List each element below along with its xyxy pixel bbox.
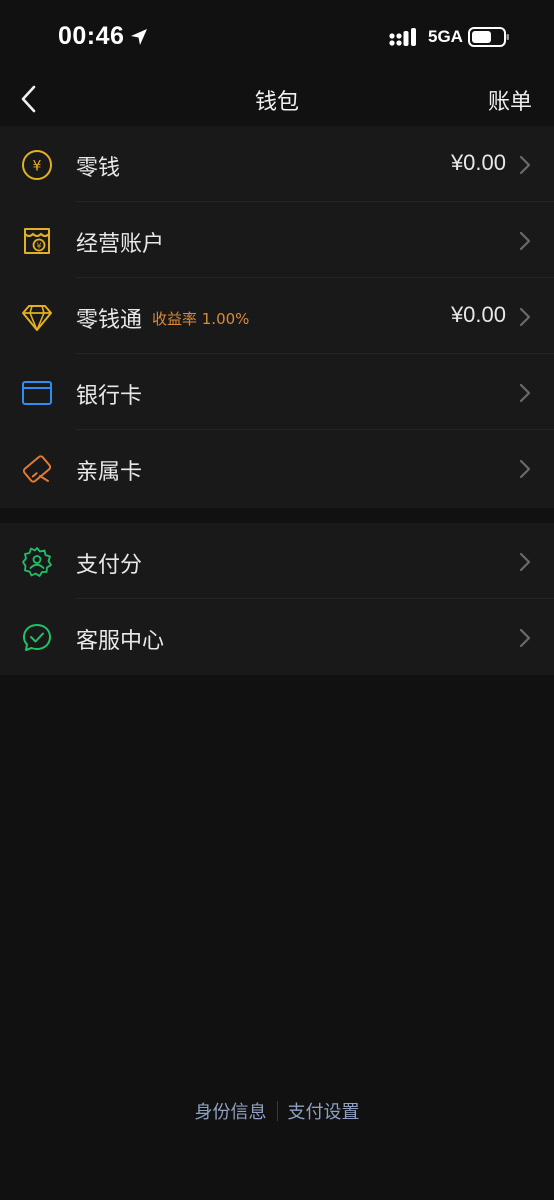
family-card-icon [22, 455, 52, 483]
row-label: 经营账户 [76, 232, 165, 257]
pay-score-icon [22, 547, 52, 577]
row-label: 客服中心 [76, 629, 165, 654]
chevron-right-icon [519, 155, 531, 175]
change-pass-balance: ¥0.00 [450, 302, 506, 327]
svg-text:¥: ¥ [33, 159, 42, 175]
coin-yuan-icon: ¥ [22, 150, 52, 180]
wallet-list-secondary: 支付分 客服中心 [0, 523, 554, 675]
bank-card-icon [22, 381, 52, 405]
row-label: 零钱通 [76, 308, 143, 333]
page-title: 钱包 [254, 90, 299, 115]
row-label: 银行卡 [76, 384, 143, 409]
list-item-business-account[interactable]: ¥ 经营账户 [0, 202, 554, 278]
row-label: 支付分 [76, 553, 143, 578]
list-item-change-pass[interactable]: 零钱通 收益率 1.00% ¥0.00 [0, 278, 554, 354]
chevron-right-icon [519, 552, 531, 572]
list-item-customer-service[interactable]: 客服中心 [0, 599, 554, 675]
list-item-family-card[interactable]: 亲属卡 [0, 430, 554, 506]
status-bar: 00:46 5GA [0, 0, 554, 76]
payment-settings-link[interactable]: 支付设置 [278, 1098, 370, 1124]
identity-info-link[interactable]: 身份信息 [185, 1098, 277, 1124]
status-time: 00:46 [58, 22, 125, 50]
change-balance: ¥0.00 [450, 150, 506, 175]
list-item-change[interactable]: ¥ 零钱 ¥0.00 [0, 126, 554, 202]
diamond-icon [22, 305, 52, 331]
chevron-right-icon [519, 383, 531, 403]
customer-service-icon [23, 624, 51, 651]
signal-strength-icon [389, 28, 416, 46]
footer-links: 身份信息 支付设置 [0, 1098, 554, 1128]
row-label: 零钱 [76, 156, 121, 181]
list-item-pay-score[interactable]: 支付分 [0, 523, 554, 599]
list-item-bank-card[interactable]: 银行卡 [0, 354, 554, 430]
battery-icon [468, 27, 509, 47]
row-label: 亲属卡 [76, 460, 143, 485]
wallet-list-primary: ¥ 零钱 ¥0.00 ¥ 经营账户 零钱通 收益率 1.00% ¥0.00 银行… [0, 126, 554, 508]
chevron-right-icon [519, 307, 531, 327]
nav-bar: 钱包 账单 [0, 76, 554, 122]
chevron-right-icon [519, 231, 531, 251]
network-type-label: 5GA [428, 27, 463, 46]
location-arrow-icon [131, 29, 147, 45]
chevron-right-icon [519, 628, 531, 648]
yield-rate-label: 收益率 1.00% [152, 310, 250, 328]
bill-button[interactable]: 账单 [488, 84, 532, 116]
business-account-icon: ¥ [24, 228, 50, 254]
chevron-right-icon [519, 459, 531, 479]
svg-text:¥: ¥ [36, 242, 41, 251]
